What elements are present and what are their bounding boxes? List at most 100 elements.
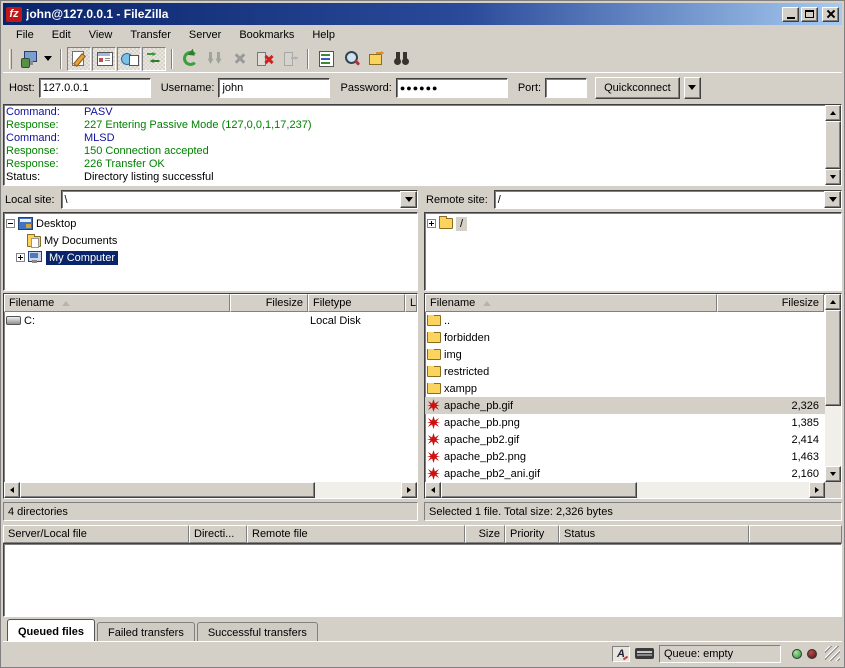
tree-item-my-computer[interactable]: My Computer — [6, 249, 417, 266]
maximize-button[interactable] — [801, 7, 818, 22]
scroll-up-button[interactable] — [825, 105, 841, 121]
scroll-down-button[interactable] — [825, 169, 841, 185]
tree-item-my-documents[interactable]: My Documents — [6, 232, 417, 249]
scrollbar-thumb[interactable] — [825, 310, 841, 406]
file-name: restricted — [444, 366, 489, 378]
remote-file-row[interactable]: .. — [425, 312, 825, 329]
speed-limit-indicator-icon[interactable] — [635, 648, 654, 659]
remote-file-row[interactable]: apache_pb2.gif 2,414 — [425, 431, 825, 448]
tab-successful-transfers[interactable]: Successful transfers — [197, 622, 318, 641]
directory-comparison-button[interactable] — [339, 47, 363, 71]
remote-tree-icon — [121, 50, 138, 67]
collapse-icon[interactable] — [6, 219, 15, 228]
app-icon: fz — [6, 7, 22, 22]
tab-queued-files[interactable]: Queued files — [7, 619, 95, 641]
transfer-type-indicator-icon[interactable]: A — [612, 646, 630, 662]
my-computer-icon — [28, 251, 43, 264]
filter-button[interactable] — [314, 47, 338, 71]
column-header-status[interactable]: Status — [559, 525, 749, 543]
quickconnect-dropdown[interactable] — [684, 77, 701, 99]
scroll-left-button[interactable] — [425, 482, 441, 498]
menu-help[interactable]: Help — [303, 27, 344, 43]
toolbar-separator — [171, 49, 173, 69]
column-header-size[interactable]: Size — [465, 525, 505, 543]
tree-item-root[interactable]: / — [427, 215, 841, 232]
remote-file-row[interactable]: restricted — [425, 363, 825, 380]
password-input[interactable] — [396, 78, 508, 98]
column-header-filesize[interactable]: Filesize — [717, 294, 824, 312]
column-header-lastmodified[interactable]: L — [405, 294, 417, 312]
reconnect-button[interactable] — [278, 47, 302, 71]
menu-view[interactable]: View — [80, 27, 122, 43]
remote-file-row[interactable]: forbidden — [425, 329, 825, 346]
scrollbar-thumb[interactable] — [441, 482, 637, 498]
remote-file-row[interactable]: apache_pb2.png 1,463 — [425, 448, 825, 465]
remote-file-row[interactable]: img — [425, 346, 825, 363]
scrollbar-thumb[interactable] — [20, 482, 315, 498]
scroll-right-button[interactable] — [809, 482, 825, 498]
local-horizontal-scrollbar[interactable] — [4, 482, 417, 498]
message-log-body: Command:PASV Response:227 Entering Passi… — [4, 105, 825, 185]
menu-server[interactable]: Server — [180, 27, 230, 43]
queue-status-panel: Queue: empty — [659, 645, 781, 663]
process-queue-button[interactable] — [203, 47, 227, 71]
column-header-filesize[interactable]: Filesize — [230, 294, 308, 312]
scroll-up-button[interactable] — [825, 294, 841, 310]
column-header-filename[interactable]: Filename — [425, 294, 717, 312]
refresh-button[interactable] — [178, 47, 202, 71]
remote-site-dropdown[interactable] — [824, 191, 841, 208]
menu-file[interactable]: File — [7, 27, 43, 43]
remote-file-row[interactable]: apache_pb2_ani.gif 2,160 — [425, 465, 825, 482]
resize-grip[interactable] — [825, 646, 840, 661]
remote-vertical-scrollbar[interactable] — [825, 294, 841, 498]
local-file-row[interactable]: C: Local Disk — [4, 312, 417, 329]
menu-bookmarks[interactable]: Bookmarks — [230, 27, 303, 43]
toggle-remote-tree-button[interactable] — [117, 47, 141, 71]
minimize-button[interactable] — [782, 7, 799, 22]
column-header-priority[interactable]: Priority — [505, 525, 559, 543]
scroll-right-button[interactable] — [401, 482, 417, 498]
remote-file-row[interactable]: xampp — [425, 380, 825, 397]
tree-label-selected: / — [456, 217, 467, 231]
toggle-message-log-button[interactable] — [67, 47, 91, 71]
disconnect-button[interactable] — [253, 47, 277, 71]
log-text: PASV — [84, 106, 113, 119]
local-site-dropdown[interactable] — [400, 191, 417, 208]
expand-icon[interactable] — [427, 219, 436, 228]
file-name: img — [444, 349, 462, 361]
remote-site-combo[interactable]: / — [494, 190, 842, 209]
column-header-filename[interactable]: Filename — [4, 294, 230, 312]
log-vertical-scrollbar[interactable] — [825, 105, 841, 185]
close-button[interactable] — [822, 7, 839, 22]
scrollbar-thumb[interactable] — [825, 121, 841, 169]
port-input[interactable] — [545, 78, 587, 98]
column-header-direction[interactable]: Directi... — [189, 525, 247, 543]
synchronized-browsing-button[interactable] — [364, 47, 388, 71]
expand-icon[interactable] — [16, 253, 25, 262]
column-header-server-local-file[interactable]: Server/Local file — [3, 525, 189, 543]
remote-horizontal-scrollbar[interactable] — [425, 482, 825, 498]
find-files-button[interactable] — [389, 47, 413, 71]
remote-file-row[interactable]: apache_pb.png 1,385 — [425, 414, 825, 431]
queue-body[interactable] — [3, 543, 842, 617]
menu-edit[interactable]: Edit — [43, 27, 80, 43]
menu-transfer[interactable]: Transfer — [121, 27, 180, 43]
minimize-icon — [787, 17, 795, 19]
column-header-remote-file[interactable]: Remote file — [247, 525, 465, 543]
local-site-combo[interactable]: \ — [61, 190, 418, 209]
tab-failed-transfers[interactable]: Failed transfers — [97, 622, 195, 641]
tree-item-desktop[interactable]: Desktop — [6, 215, 417, 232]
site-manager-button[interactable] — [16, 47, 40, 71]
remote-file-row-selected[interactable]: apache_pb.gif 2,326 — [425, 397, 825, 414]
scroll-left-button[interactable] — [4, 482, 20, 498]
cancel-button[interactable] — [228, 47, 252, 71]
host-input[interactable] — [39, 78, 151, 98]
toggle-local-tree-button[interactable] — [92, 47, 116, 71]
site-manager-dropdown[interactable] — [41, 47, 55, 71]
column-header-filetype[interactable]: Filetype — [308, 294, 405, 312]
username-label: Username: — [161, 82, 215, 94]
scroll-down-button[interactable] — [825, 466, 841, 482]
username-input[interactable] — [218, 78, 330, 98]
toggle-queue-button[interactable] — [142, 47, 166, 71]
quickconnect-button[interactable]: Quickconnect — [595, 77, 680, 99]
